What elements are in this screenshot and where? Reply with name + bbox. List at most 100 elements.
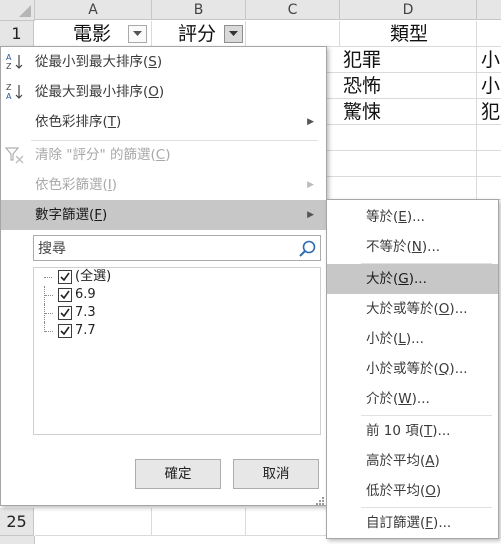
- svg-text:A: A: [6, 92, 12, 101]
- cell-d2[interactable]: 犯罪: [327, 47, 477, 73]
- cell-d4-text: 驚悚: [343, 101, 382, 123]
- filter-by-color-item[interactable]: 依色彩篩選(I) ▶: [1, 170, 326, 200]
- less-than-or-equal-item[interactable]: 小於或等於(Q)...: [327, 354, 498, 384]
- cell-e3[interactable]: 小: [477, 73, 501, 99]
- column-header-a[interactable]: A: [35, 0, 152, 20]
- sort-descending-item[interactable]: Z A 從最大到最小排序(O): [1, 77, 326, 107]
- row-header-26[interactable]: [0, 536, 35, 544]
- search-input[interactable]: 搜尋: [33, 235, 321, 261]
- select-all-corner[interactable]: [0, 0, 35, 21]
- equals-item[interactable]: 等於(E)...: [327, 202, 498, 232]
- cell-d3-text: 恐怖: [343, 75, 382, 97]
- submenu-arrow-icon: ▶: [307, 210, 314, 220]
- does-not-equal-label: 不等於(N)...: [366, 239, 441, 255]
- corner-triangle-icon: [19, 5, 31, 17]
- cell-b1[interactable]: 評分: [152, 21, 246, 47]
- column-header-e[interactable]: [477, 0, 501, 20]
- checkmark-icon: [60, 272, 70, 282]
- tree-connector: [44, 268, 56, 286]
- search-icon: [299, 240, 316, 257]
- cell-e1[interactable]: [477, 21, 501, 47]
- filter-value-list: (全選) 6.9 7.3 7.7: [33, 267, 321, 435]
- clear-filter-item[interactable]: 清除 "評分" 的篩選(C): [1, 140, 326, 170]
- submenu-arrow-icon: ▶: [307, 180, 314, 190]
- column-header-d[interactable]: D: [340, 0, 477, 20]
- filter-dropdown-button-a[interactable]: [128, 25, 147, 43]
- number-filters-label: 數字篩選(F): [35, 207, 108, 223]
- greater-than-or-equal-item[interactable]: 大於或等於(O)...: [327, 294, 498, 324]
- checkmark-icon: [60, 326, 70, 336]
- cell-e7[interactable]: [477, 177, 501, 200]
- between-item[interactable]: 介於(W)...: [327, 384, 498, 414]
- list-item-label: (全選): [75, 269, 112, 284]
- tree-connector: [44, 304, 57, 322]
- submenu-arrow-icon: ▶: [307, 117, 314, 127]
- svg-text:Z: Z: [6, 62, 12, 71]
- cell-a25[interactable]: [35, 508, 152, 536]
- ok-button[interactable]: 確定: [135, 459, 221, 489]
- number-filters-item[interactable]: 數字篩選(F) ▶: [1, 200, 326, 230]
- cell-e5[interactable]: [477, 125, 501, 151]
- filter-by-color-label: 依色彩篩選(I): [35, 177, 118, 193]
- cell-c25[interactable]: [246, 508, 327, 536]
- list-item-label: 7.7: [75, 323, 96, 338]
- less-than-item[interactable]: 小於(L)...: [327, 324, 498, 354]
- cell-d6[interactable]: [327, 151, 477, 177]
- resize-grip-icon[interactable]: [315, 496, 325, 506]
- cell-d1[interactable]: 類型: [340, 21, 477, 47]
- cell-d5[interactable]: [327, 125, 477, 151]
- list-item-label: 6.9: [75, 287, 96, 302]
- greater-than-label: 大於(G)...: [366, 271, 427, 287]
- greater-than-or-equal-label: 大於或等於(O)...: [366, 301, 468, 317]
- cell-d2-text: 犯罪: [343, 49, 382, 71]
- list-item-label: 7.3: [75, 305, 96, 320]
- search-placeholder: 搜尋: [38, 241, 66, 257]
- sort-ascending-item[interactable]: A Z 從最小到最大排序(S): [1, 47, 326, 77]
- above-average-item[interactable]: 高於平均(A): [327, 446, 498, 476]
- cell-c1[interactable]: [246, 21, 340, 47]
- checkbox[interactable]: [58, 306, 72, 320]
- cell-e4-text: 犯: [481, 101, 501, 123]
- greater-than-item[interactable]: 大於(G)...: [327, 264, 498, 294]
- does-not-equal-item[interactable]: 不等於(N)...: [327, 232, 498, 262]
- less-than-or-equal-label: 小於或等於(Q)...: [366, 361, 468, 377]
- checkbox-select-all[interactable]: [58, 270, 72, 284]
- checkbox[interactable]: [58, 288, 72, 302]
- sort-descending-icon: Z A: [6, 83, 23, 101]
- top-10-item[interactable]: 前 10 項(T)...: [327, 416, 498, 446]
- above-average-label: 高於平均(A): [366, 453, 440, 469]
- checkbox[interactable]: [58, 324, 72, 338]
- custom-filter-label: 自訂篩選(F)...: [366, 515, 452, 531]
- number-filter-submenu: 等於(E)... 不等於(N)... 大於(G)... 大於或等於(O)... …: [326, 199, 499, 539]
- cell-e6[interactable]: [477, 151, 501, 177]
- row-header-1[interactable]: 1: [0, 21, 34, 47]
- svg-text:A: A: [6, 53, 12, 62]
- cell-d1-text: 類型: [390, 23, 429, 45]
- row-header-25[interactable]: 25: [0, 508, 34, 536]
- cell-e2[interactable]: 小: [477, 47, 501, 73]
- cell-d7[interactable]: [327, 177, 477, 200]
- cell-e3-text: 小: [481, 75, 501, 97]
- chevron-down-icon: [229, 31, 238, 36]
- tree-connector: [44, 322, 57, 332]
- checkmark-icon: [60, 290, 70, 300]
- cancel-button[interactable]: 取消: [233, 459, 319, 489]
- cell-a1[interactable]: 電影: [35, 21, 152, 47]
- sort-descending-label: 從最大到最小排序(O): [35, 84, 165, 100]
- column-header-b[interactable]: B: [152, 0, 246, 20]
- below-average-item[interactable]: 低於平均(O): [327, 476, 498, 506]
- clear-filter-icon: [4, 147, 24, 164]
- tree-connector: [44, 286, 57, 304]
- filter-dropdown-button-b[interactable]: [224, 25, 243, 43]
- equals-label: 等於(E)...: [366, 209, 425, 225]
- sort-ascending-icon: A Z: [6, 53, 23, 71]
- custom-filter-item[interactable]: 自訂篩選(F)...: [327, 508, 498, 538]
- svg-text:Z: Z: [6, 83, 12, 92]
- cell-e4[interactable]: 犯: [477, 99, 501, 125]
- column-header-c[interactable]: C: [246, 0, 340, 20]
- cell-d4[interactable]: 驚悚: [327, 99, 477, 125]
- cell-b25[interactable]: [152, 508, 246, 536]
- sort-by-color-label: 依色彩排序(T): [35, 114, 122, 130]
- cell-d3[interactable]: 恐怖: [327, 73, 477, 99]
- sort-by-color-item[interactable]: 依色彩排序(T) ▶: [1, 107, 326, 137]
